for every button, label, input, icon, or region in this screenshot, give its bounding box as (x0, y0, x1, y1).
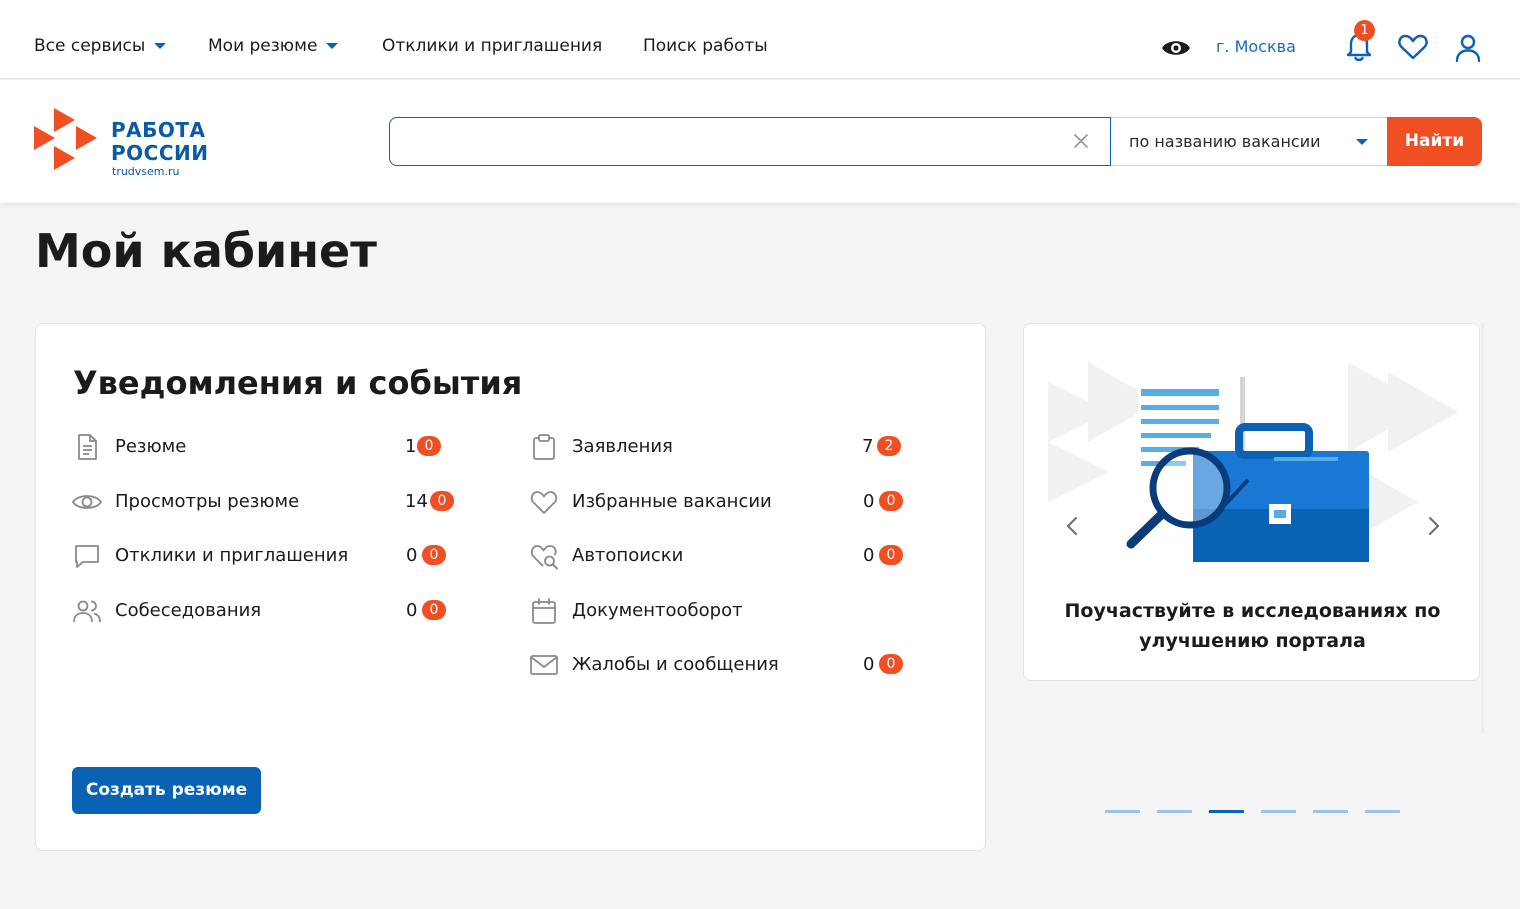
promo-caption-line-1: Поучаствуйте в исследованиях по (1064, 600, 1441, 622)
logo-line-1: РАБОТА (111, 118, 206, 142)
profile-button[interactable] (1454, 33, 1482, 67)
carousel-next-slide-edge (1481, 323, 1484, 733)
search-type-select[interactable]: по названию вакансии (1111, 117, 1387, 166)
create-resume-button[interactable]: Создать резюме (72, 767, 261, 814)
favorites-button[interactable] (1397, 33, 1429, 65)
notif-new-badge: 0 (879, 545, 903, 565)
document-icon (78, 434, 97, 460)
notifications-bell-button[interactable]: 1 (1344, 20, 1375, 66)
search-type-label: по названию вакансии (1129, 132, 1321, 151)
notifications-count-badge: 1 (1354, 20, 1375, 41)
notif-count: 1 (405, 436, 417, 457)
notif-row-document-flow[interactable]: Документооборот (529, 595, 929, 625)
notif-row-resume-views[interactable]: Просмотры резюме 14 0 (72, 486, 472, 516)
notif-new-badge: 0 (417, 436, 441, 456)
nav-all-services-label: Все сервисы (34, 36, 146, 56)
user-icon (1455, 34, 1481, 63)
promo-caption[interactable]: Поучаствуйте в исследованиях по улучшени… (1024, 596, 1479, 656)
notif-count: 0 (863, 545, 875, 566)
promo-carousel: Поучаствуйте в исследованиях по улучшени… (1023, 323, 1480, 681)
carousel-pagination (1105, 810, 1400, 813)
top-navigation: Все сервисы Мои резюме Отклики и приглаш… (0, 0, 1520, 79)
promo-caption-line-2: улучшению портала (1139, 630, 1366, 652)
clear-search-icon[interactable] (1072, 132, 1090, 150)
site-logo[interactable]: РАБОТА РОССИИ trudvsem.ru (33, 106, 208, 180)
notif-new-badge: 0 (430, 491, 454, 511)
notif-count: 0 (406, 600, 418, 621)
nav-responses[interactable]: Отклики и приглашения (382, 36, 602, 56)
notif-new-badge: 2 (877, 436, 901, 456)
eye-icon (72, 495, 102, 509)
research-illustration (1048, 362, 1458, 562)
notif-row-autosearches[interactable]: Автопоиски 0 0 (529, 540, 929, 570)
carousel-dot-5[interactable] (1313, 810, 1348, 813)
notif-new-badge: 0 (422, 600, 446, 620)
notif-label: Собеседования (115, 600, 262, 621)
notif-row-favorite-vacancies[interactable]: Избранные вакансии 0 0 (529, 486, 929, 516)
nav-all-services[interactable]: Все сервисы (34, 36, 167, 56)
notif-label: Жалобы и сообщения (572, 654, 779, 675)
notif-count: 14 (405, 491, 428, 512)
nav-my-resumes[interactable]: Мои резюме (208, 36, 339, 56)
chevron-right-icon[interactable] (1421, 514, 1445, 538)
logo-triangles-icon (34, 108, 97, 170)
notif-count: 7 (862, 436, 874, 457)
clipboard-icon (533, 434, 555, 460)
users-icon (73, 600, 101, 623)
notif-row-interviews[interactable]: Собеседования 0 0 (72, 595, 472, 625)
carousel-dot-1[interactable] (1105, 810, 1140, 813)
carousel-dot-2[interactable] (1157, 810, 1192, 813)
autosearch-icon (530, 545, 558, 570)
notifications-card: Уведомления и события Резюме 1 0 Просмот… (35, 323, 986, 851)
notif-label: Избранные вакансии (572, 491, 772, 512)
page-title: Мой кабинет (35, 224, 377, 278)
city-selector[interactable]: г. Москва (1216, 37, 1296, 56)
notif-count: 0 (863, 654, 875, 675)
notif-new-badge: 0 (879, 491, 903, 511)
heart-icon (530, 491, 558, 514)
accessibility-eye-icon[interactable] (1161, 36, 1191, 64)
notif-label: Резюме (115, 436, 187, 457)
chevron-down-icon (1356, 139, 1368, 145)
notif-row-complaints[interactable]: Жалобы и сообщения 0 0 (529, 649, 929, 679)
notif-count: 0 (863, 491, 875, 512)
notif-row-responses[interactable]: Отклики и приглашения 0 0 (72, 540, 472, 570)
chevron-down-icon (154, 43, 167, 49)
site-header: РАБОТА РОССИИ trudvsem.ru по названию ва… (0, 80, 1520, 203)
notif-count: 0 (406, 545, 418, 566)
heart-icon (1398, 34, 1428, 60)
logo-text: РАБОТА РОССИИ (111, 119, 209, 165)
nav-job-search[interactable]: Поиск работы (643, 36, 768, 56)
search-button[interactable]: Найти (1387, 117, 1482, 166)
notif-label: Автопоиски (572, 545, 684, 566)
nav-my-resumes-label: Мои резюме (208, 36, 318, 56)
notif-row-resume[interactable]: Резюме 1 0 (72, 431, 472, 461)
carousel-dot-6[interactable] (1365, 810, 1400, 813)
chat-icon (75, 545, 99, 568)
carousel-dot-4[interactable] (1261, 810, 1296, 813)
notif-new-badge: 0 (879, 654, 903, 674)
search-box (389, 117, 1111, 166)
chevron-left-icon[interactable] (1061, 514, 1085, 538)
logo-line-2: РОССИИ (111, 141, 209, 165)
chevron-down-icon (326, 43, 339, 49)
logo-domain: trudvsem.ru (112, 165, 180, 178)
notif-label: Отклики и приглашения (115, 545, 349, 566)
notif-label: Документооборот (572, 600, 743, 621)
mail-icon (530, 655, 558, 675)
nav-responses-label: Отклики и приглашения (382, 36, 603, 56)
search-input[interactable] (400, 126, 1040, 158)
notif-label: Просмотры резюме (115, 491, 300, 512)
nav-job-search-label: Поиск работы (643, 36, 768, 56)
notif-new-badge: 0 (422, 545, 446, 565)
carousel-dot-3[interactable] (1209, 810, 1244, 813)
calendar-icon (532, 598, 556, 624)
notif-row-applications[interactable]: Заявления 7 2 (529, 431, 929, 461)
notifications-title: Уведомления и события (73, 364, 523, 402)
notif-label: Заявления (572, 436, 673, 457)
